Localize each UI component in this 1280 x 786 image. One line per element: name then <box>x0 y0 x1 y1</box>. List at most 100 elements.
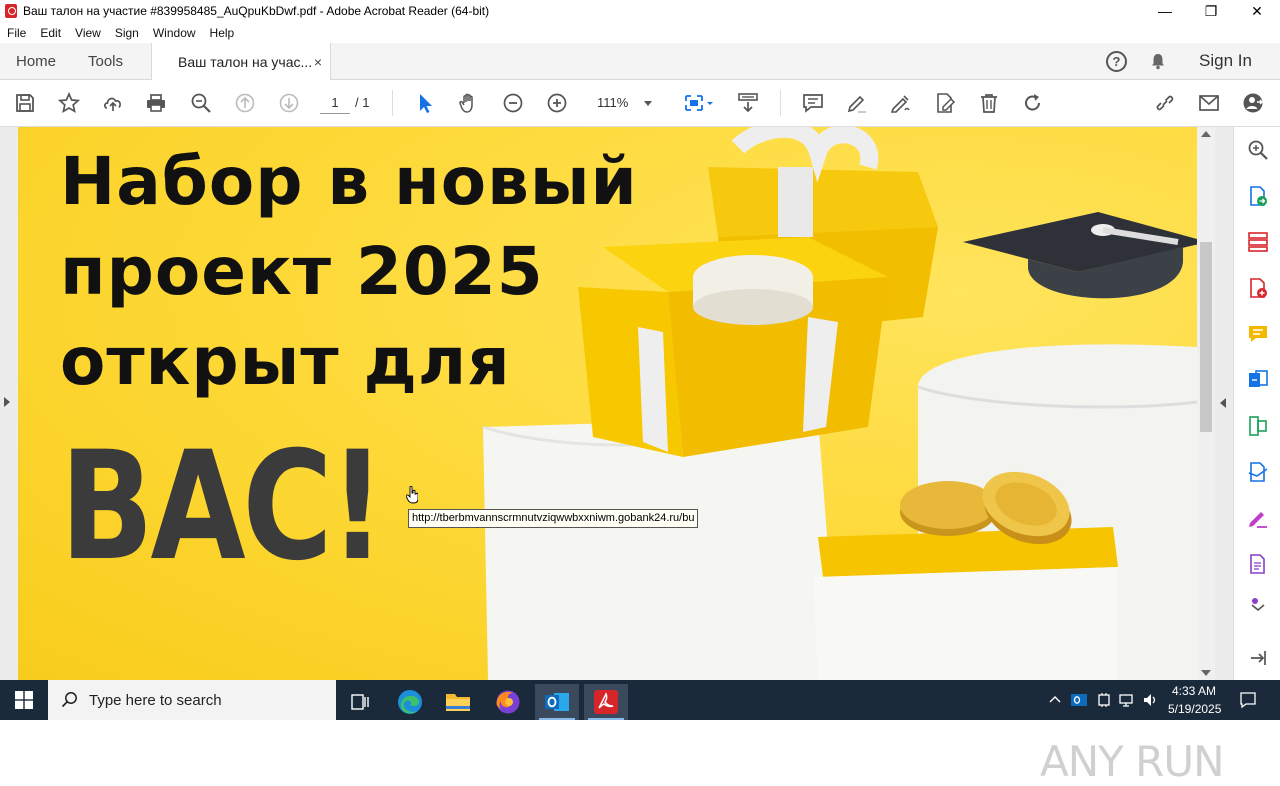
toolbar-divider <box>392 90 393 116</box>
firefox-icon[interactable] <box>486 684 530 720</box>
export-pdf-icon[interactable] <box>1247 185 1269 207</box>
headline-text: Набор в новый проект 2025 открыт для <box>60 137 638 407</box>
page-total: / 1 <box>355 95 370 110</box>
menu-sign[interactable]: Sign <box>108 26 146 40</box>
star-icon[interactable] <box>56 90 82 116</box>
previous-page-icon[interactable] <box>232 90 258 116</box>
volume-icon[interactable] <box>1142 692 1158 708</box>
zoom-level-dropdown[interactable]: 111% <box>590 92 658 114</box>
link-url-tooltip: http://tberbmvannscrmnutvziqwwbxxniwm.go… <box>408 509 699 528</box>
window-title: Ваш талон на участие #839958485_AuQpuKbD… <box>23 4 490 18</box>
tab-bar: Home Tools Ваш талон на учас... × ? Sign… <box>0 43 1280 81</box>
zoom-search-icon[interactable] <box>188 90 214 116</box>
big-callout-text: ВАС! <box>60 420 385 594</box>
combine-files-icon[interactable] <box>1247 369 1269 391</box>
toolbar-divider <box>780 90 781 116</box>
sign-in-button[interactable]: Sign In <box>1199 51 1252 71</box>
search-icon <box>61 692 77 708</box>
help-icon[interactable]: ? <box>1106 51 1127 72</box>
title-bar: Ваш талон на участие #839958485_AuQpuKbD… <box>0 0 1280 22</box>
compress-pdf-icon[interactable] <box>1247 415 1269 437</box>
menu-file[interactable]: File <box>0 26 33 40</box>
notification-center-icon[interactable] <box>1239 691 1257 709</box>
send-for-review-icon[interactable] <box>1247 461 1269 483</box>
scroll-down-icon[interactable] <box>1201 670 1211 676</box>
vertical-scrollbar[interactable] <box>1197 127 1215 680</box>
close-tab-icon[interactable]: × <box>314 54 322 70</box>
edge-browser-icon[interactable] <box>388 684 432 720</box>
hand-tool-icon[interactable] <box>456 90 482 116</box>
minimize-button[interactable]: — <box>1142 0 1188 22</box>
edit-pdf-icon[interactable] <box>932 90 958 116</box>
menu-help[interactable]: Help <box>203 26 242 40</box>
collapse-pane-icon[interactable] <box>1247 647 1269 669</box>
hand-pointer-cursor-icon <box>406 486 418 504</box>
windows-logo-icon <box>15 691 33 709</box>
left-pane-toggle-icon[interactable] <box>4 397 10 407</box>
clock-time: 4:33 AM <box>1171 684 1217 698</box>
system-clock[interactable]: 4:33 AM 5/19/2025 <box>1168 682 1222 718</box>
clock-date: 5/19/2025 <box>1168 702 1222 716</box>
zoom-level-value: 111% <box>597 95 629 110</box>
more-tools-chevron-down-icon[interactable] <box>1247 597 1269 611</box>
tab-document[interactable]: Ваш талон на учас... × <box>151 43 331 81</box>
pdf-page: Набор в новый проект 2025 открыт для ВАС… <box>18 127 1197 680</box>
menu-window[interactable]: Window <box>146 26 203 40</box>
create-pdf-icon[interactable] <box>1247 277 1269 299</box>
headline-line-2: проект 2025 <box>60 233 544 310</box>
comment-icon[interactable] <box>800 90 826 116</box>
windows-taskbar: Type here to search 4:33 AM 5/19/2025 <box>0 680 1280 720</box>
select-cursor-icon[interactable] <box>412 90 438 116</box>
upload-cloud-icon[interactable] <box>100 90 126 116</box>
right-tools-pane <box>1233 127 1280 680</box>
right-pane-toggle-icon[interactable] <box>1220 398 1226 408</box>
menu-view[interactable]: View <box>68 26 108 40</box>
rotate-icon[interactable] <box>1020 90 1046 116</box>
zoom-out-icon[interactable] <box>500 90 526 116</box>
email-icon[interactable] <box>1196 90 1222 116</box>
start-button[interactable] <box>0 680 48 720</box>
share-link-icon[interactable] <box>1152 90 1178 116</box>
delete-trash-icon[interactable] <box>976 90 1002 116</box>
organize-pages-icon[interactable] <box>1247 231 1269 253</box>
search-placeholder: Type here to search <box>89 691 222 709</box>
device-tray-icon[interactable] <box>1096 692 1112 708</box>
scrollbar-thumb[interactable] <box>1200 242 1212 432</box>
task-view-icon[interactable] <box>338 684 382 720</box>
outlook-icon[interactable] <box>535 684 579 720</box>
zoom-search-icon[interactable] <box>1247 139 1269 161</box>
scroll-up-icon[interactable] <box>1201 131 1211 137</box>
outlook-tray-icon[interactable] <box>1071 692 1087 708</box>
scroll-mode-icon[interactable] <box>735 90 761 116</box>
toolbar: 1 / 1 111% <box>0 80 1280 127</box>
document-viewport[interactable]: Набор в новый проект 2025 открыт для ВАС… <box>0 127 1233 786</box>
fit-page-icon[interactable] <box>680 90 716 116</box>
acrobat-taskbar-icon[interactable] <box>584 684 628 720</box>
print-icon[interactable] <box>143 90 169 116</box>
user-share-icon[interactable] <box>1240 90 1266 116</box>
next-page-icon[interactable] <box>276 90 302 116</box>
network-icon[interactable] <box>1119 692 1135 708</box>
maximize-button[interactable]: ❐ <box>1188 0 1234 22</box>
tab-tools[interactable]: Tools <box>88 43 123 80</box>
file-explorer-icon[interactable] <box>436 684 480 720</box>
window-controls: — ❐ ✕ <box>1142 0 1280 22</box>
page-number-input[interactable]: 1 <box>320 92 350 114</box>
fill-sign-icon[interactable] <box>1247 507 1269 529</box>
tab-document-label: Ваш талон на учас... <box>178 54 313 70</box>
headline-line-3[interactable]: открыт для <box>60 317 638 407</box>
anyrun-watermark: ANY RUN <box>1040 737 1224 786</box>
protect-document-icon[interactable] <box>1247 553 1269 575</box>
taskbar-search-box[interactable]: Type here to search <box>48 680 336 720</box>
save-icon[interactable] <box>12 90 38 116</box>
comment-pane-icon[interactable] <box>1247 323 1269 345</box>
draw-sign-icon[interactable] <box>888 90 914 116</box>
highlight-pen-icon[interactable] <box>844 90 870 116</box>
bell-icon[interactable] <box>1149 52 1167 70</box>
chevron-down-icon <box>644 101 652 106</box>
tab-home[interactable]: Home <box>16 43 56 80</box>
zoom-in-icon[interactable] <box>544 90 570 116</box>
tray-chevron-up-icon[interactable] <box>1047 692 1063 708</box>
menu-edit[interactable]: Edit <box>33 26 68 40</box>
close-window-button[interactable]: ✕ <box>1234 0 1280 22</box>
